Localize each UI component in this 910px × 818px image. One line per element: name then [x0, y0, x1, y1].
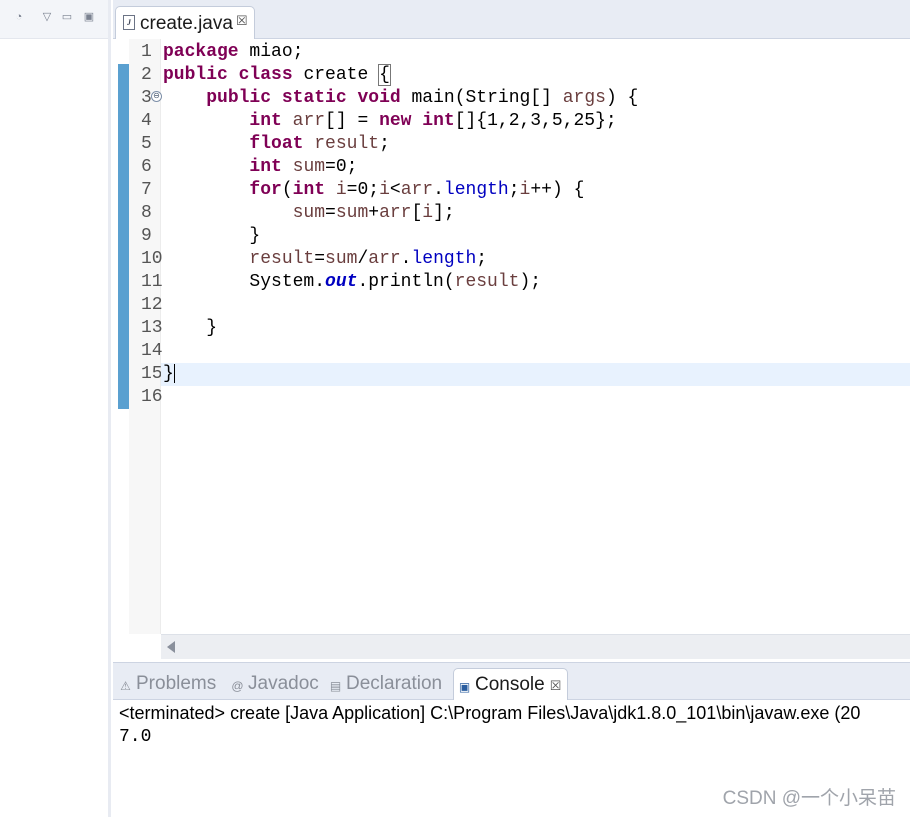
code-line[interactable]	[161, 340, 910, 363]
code-line[interactable]: sum=sum+arr[i];	[161, 202, 910, 225]
line-number: 1	[141, 42, 152, 62]
left-panel-toolbar: ◔ ▽ ▭ ▣	[0, 0, 110, 39]
problems-icon: ⚠	[120, 679, 131, 693]
code-line[interactable]: int arr[] = new int[]{1,2,3,5,25};	[161, 110, 910, 133]
code-line[interactable]: }	[161, 225, 910, 248]
console-icon: ▣	[458, 680, 471, 694]
close-icon[interactable]: ☒	[550, 678, 562, 693]
code-line[interactable]: System.out.println(result);	[161, 271, 910, 294]
tab-console-label: Console	[475, 674, 545, 695]
code-line[interactable]: result=sum/arr.length;	[161, 248, 910, 271]
code-line[interactable]: package miao;	[161, 41, 910, 64]
line-number: 2	[141, 65, 152, 85]
code-line[interactable]	[161, 386, 910, 409]
console-output[interactable]: 7.0	[119, 727, 151, 747]
code-line[interactable]: }	[161, 363, 910, 386]
maximize-icon[interactable]: ▣	[82, 10, 96, 24]
scroll-left-arrow-icon[interactable]	[167, 641, 175, 653]
tab-problems-label: Problems	[136, 673, 217, 694]
code-line[interactable]: float result;	[161, 133, 910, 156]
text-caret	[173, 363, 175, 383]
line-number: 9	[141, 226, 152, 246]
line-number: 13	[141, 318, 163, 338]
view-menu-icon[interactable]: ▽	[40, 10, 54, 24]
tab-javadoc[interactable]: @ Javadoc	[231, 668, 319, 699]
line-number: 11	[141, 272, 163, 292]
line-number: 4	[141, 111, 152, 131]
minimize-icon[interactable]: ▭	[60, 10, 74, 24]
line-number: 10	[141, 249, 163, 269]
java-file-icon: J	[123, 15, 135, 30]
code-line[interactable]: int sum=0;	[161, 156, 910, 179]
declaration-icon: ▤	[329, 679, 342, 693]
tab-javadoc-label: Javadoc	[248, 673, 319, 694]
link-icon[interactable]: ◔	[12, 10, 26, 24]
line-number: 5	[141, 134, 152, 154]
line-number: 14	[141, 341, 163, 361]
tab-console[interactable]: ▣ Console ☒	[453, 668, 569, 700]
line-number: 15	[141, 364, 163, 384]
javadoc-icon: @	[231, 679, 244, 693]
left-panel: ◔ ▽ ▭ ▣	[0, 0, 111, 817]
code-line[interactable]: for(int i=0;i<arr.length;i++) {	[161, 179, 910, 202]
code-area[interactable]: package miao; public class create { publi…	[161, 39, 910, 634]
change-indicator-bar	[118, 64, 129, 409]
code-line[interactable]	[161, 294, 910, 317]
code-line[interactable]: }	[161, 317, 910, 340]
line-number-gutter: 1 2 3 4 5 6 7 8 9 10 11 12 13 14 15 16	[129, 39, 163, 634]
line-number: 6	[141, 157, 152, 177]
console-status: <terminated> create [Java Application] C…	[119, 703, 861, 723]
editor-tab-bar: J create.java ☒	[113, 0, 910, 39]
tab-problems[interactable]: ⚠ Problems	[119, 668, 216, 699]
tab-create-java[interactable]: J create.java ☒	[115, 6, 255, 39]
panel-divider[interactable]	[108, 0, 111, 817]
line-number: 12	[141, 295, 163, 315]
tab-declaration[interactable]: ▤ Declaration	[329, 668, 442, 699]
bottom-panel: ⚠ Problems @ Javadoc ▤ Declaration ▣ Console…	[113, 662, 910, 818]
line-number: 16	[141, 387, 163, 407]
code-editor[interactable]: 1 2 3 4 5 6 7 8 9 10 11 12 13 14 15 16 ⊖ package miao; p…	[113, 39, 910, 634]
horizontal-scrollbar[interactable]	[161, 634, 910, 659]
code-line[interactable]: public class create {	[161, 64, 910, 87]
gutter-filler	[113, 634, 161, 658]
close-icon[interactable]: ☒	[236, 13, 248, 29]
line-number: 8	[141, 203, 152, 223]
tab-label: create.java	[140, 13, 233, 34]
tab-declaration-label: Declaration	[346, 673, 443, 694]
line-number: 7	[141, 180, 152, 200]
watermark: CSDN @一个小呆苗	[722, 788, 896, 809]
code-line[interactable]: public static void main(String[] args) {	[161, 87, 910, 110]
bottom-tab-bar: ⚠ Problems @ Javadoc ▤ Declaration ▣ Console…	[113, 663, 910, 700]
